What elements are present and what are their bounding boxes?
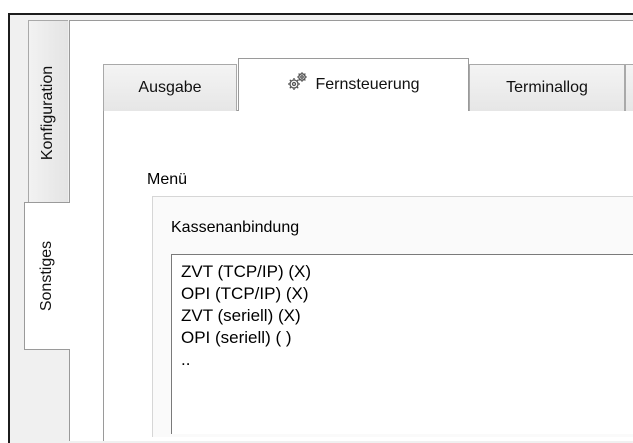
gears-icon xyxy=(287,70,309,97)
tab-terminallog[interactable]: Terminallog xyxy=(469,64,625,111)
tab-fernsteuerung[interactable]: Fernsteuerung xyxy=(238,58,469,111)
tab-sonstiges-label: Sonstiges xyxy=(38,240,56,312)
list-item[interactable]: OPI (seriell) ( ) xyxy=(181,327,633,349)
tab-overflow[interactable] xyxy=(625,64,633,111)
tab-sonstiges[interactable]: Sonstiges xyxy=(24,202,70,350)
tab-konfiguration[interactable]: Konfiguration xyxy=(28,20,68,206)
tab-ausgabe-label: Ausgabe xyxy=(138,79,202,96)
kassenanbindung-list[interactable]: ZVT (TCP/IP) (X) OPI (TCP/IP) (X) ZVT (s… xyxy=(171,254,633,434)
list-item[interactable]: OPI (TCP/IP) (X) xyxy=(181,283,633,305)
tab-terminallog-label: Terminallog xyxy=(506,79,588,96)
list-item[interactable]: ZVT (seriell) (X) xyxy=(181,305,633,327)
tab-konfiguration-label: Konfiguration xyxy=(39,65,57,161)
tab-fernsteuerung-label: Fernsteuerung xyxy=(315,76,420,93)
list-item[interactable]: ZVT (TCP/IP) (X) xyxy=(181,261,633,283)
list-item[interactable]: .. xyxy=(181,349,633,371)
kassenanbindung-label: Kassenanbindung xyxy=(171,219,300,236)
tab-ausgabe[interactable]: Ausgabe xyxy=(103,64,237,111)
menu-label: Menü xyxy=(147,171,188,188)
